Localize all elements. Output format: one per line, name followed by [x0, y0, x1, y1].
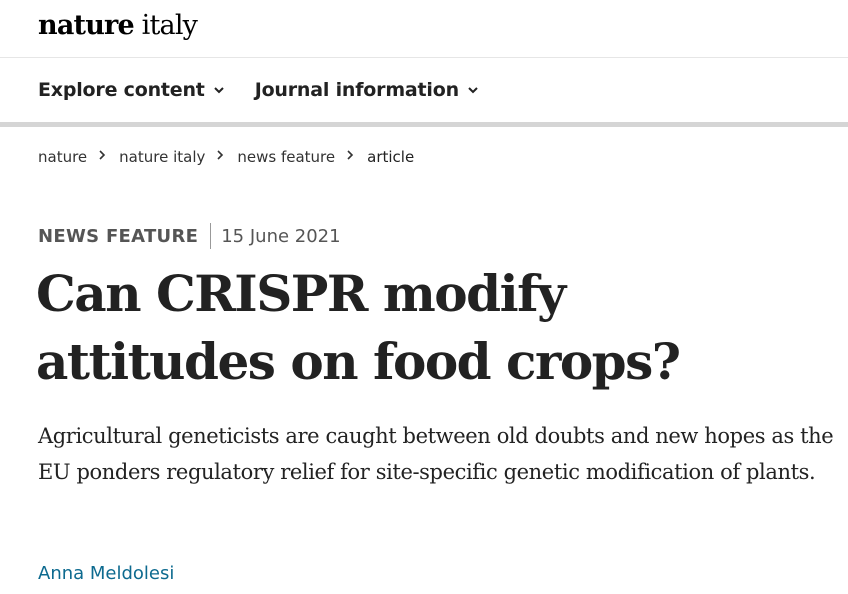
brand-nature: nature: [38, 10, 135, 41]
nav-explore-content[interactable]: Explore content: [38, 79, 225, 101]
chevron-right-icon: [99, 150, 106, 160]
chevron-right-icon: [347, 150, 354, 160]
article-title-line2: attitudes on food crops?: [36, 332, 681, 391]
article-standfirst: Agricultural geneticists are caught betw…: [38, 424, 834, 484]
breadcrumb-nature-italy[interactable]: nature italy: [119, 148, 205, 166]
chevron-down-icon: [468, 87, 478, 94]
article-title: Can CRISPR modify attitudes on food crop…: [36, 260, 836, 396]
author-link[interactable]: Anna Meldolesi: [38, 563, 174, 584]
article-title-line1: Can CRISPR modify: [36, 264, 566, 323]
chevron-down-icon: [213, 87, 224, 94]
nav-explore-content-label: Explore content: [38, 79, 205, 101]
nav-journal-information-label: Journal information: [254, 79, 459, 101]
breadcrumb-article: article: [367, 148, 415, 166]
chevron-right-icon: [217, 150, 224, 160]
breadcrumb-nature[interactable]: nature: [38, 148, 87, 166]
main-nav: Explore content Journal information: [38, 72, 509, 108]
article-type: NEWS FEATURE: [38, 225, 199, 247]
publish-date: 15 June 2021: [221, 225, 341, 247]
article-meta: NEWS FEATURE 15 June 2021: [38, 222, 341, 250]
header-divider: [0, 57, 848, 58]
nav-divider: [0, 122, 848, 127]
nav-journal-information[interactable]: Journal information: [255, 79, 479, 101]
breadcrumb: nature nature italy news feature article: [38, 145, 414, 169]
site-logo[interactable]: nature italy: [38, 8, 198, 48]
brand-italy: italy: [141, 10, 198, 41]
breadcrumb-news-feature[interactable]: news feature: [237, 148, 335, 166]
meta-divider: [210, 223, 212, 249]
